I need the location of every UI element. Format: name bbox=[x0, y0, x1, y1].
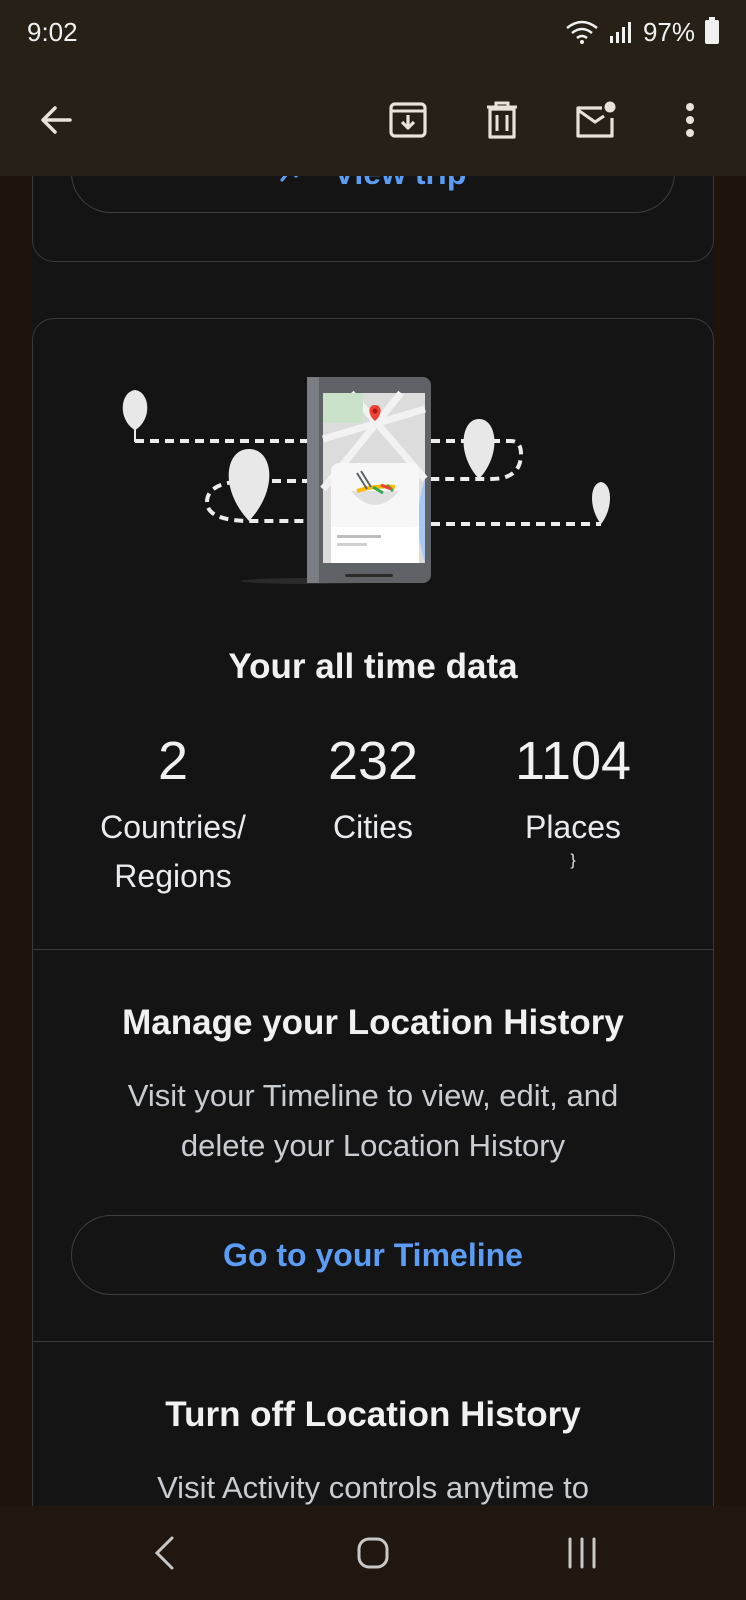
system-nav-bar bbox=[0, 1506, 746, 1600]
email-body[interactable]: View trip bbox=[0, 176, 746, 1506]
nav-recents-button[interactable] bbox=[554, 1525, 610, 1581]
status-icons: 97% bbox=[565, 17, 719, 48]
more-vert-icon bbox=[686, 103, 694, 137]
stat-label: Places bbox=[524, 809, 622, 845]
stats-card: Your all time data 2 Countries/ Regions … bbox=[32, 318, 714, 1506]
battery-icon bbox=[705, 17, 719, 44]
wifi-icon bbox=[566, 20, 598, 44]
manage-description: Visit your Timeline to view, edit, and d… bbox=[73, 1071, 673, 1171]
back-button[interactable] bbox=[28, 92, 84, 148]
go-to-timeline-label: Go to your Timeline bbox=[223, 1236, 523, 1273]
section-divider bbox=[33, 949, 713, 950]
status-bar: 9:02 97% bbox=[0, 0, 746, 64]
manage-description-line: Visit your Timeline to view, edit, and bbox=[127, 1078, 619, 1113]
trend-line-icon bbox=[280, 176, 298, 182]
stat-value: 232 bbox=[327, 731, 419, 791]
stats-row: 2 Countries/ Regions 232 Cities 1104 Pla… bbox=[33, 731, 713, 901]
nav-back-icon bbox=[155, 1536, 174, 1570]
stat-places: 1104 Places } bbox=[473, 731, 673, 901]
stat-label: Cities bbox=[332, 809, 413, 845]
stats-title: Your all time data bbox=[228, 647, 518, 686]
stat-value: 2 bbox=[157, 731, 189, 791]
mark-unread-button[interactable] bbox=[568, 92, 624, 148]
nav-back-button[interactable] bbox=[136, 1525, 192, 1581]
trip-card: View trip bbox=[32, 176, 714, 262]
view-trip-button[interactable]: View trip bbox=[71, 176, 675, 213]
stat-label: Countries/ Regions bbox=[73, 803, 273, 901]
trip-illustration bbox=[122, 377, 610, 584]
view-trip-label: View trip bbox=[334, 176, 467, 192]
stat-label-line: Countries/ bbox=[100, 809, 246, 845]
go-to-timeline-button[interactable]: Go to your Timeline bbox=[71, 1215, 675, 1295]
back-arrow-icon bbox=[41, 106, 72, 134]
manage-description-line: delete your Location History bbox=[180, 1128, 566, 1163]
delete-button[interactable] bbox=[474, 92, 530, 148]
nav-home-icon bbox=[357, 1537, 389, 1569]
stat-value: 1104 bbox=[514, 731, 632, 791]
stat-countries: 2 Countries/ Regions bbox=[73, 731, 273, 901]
stat-label-line: Regions bbox=[114, 858, 232, 894]
section-divider bbox=[33, 1341, 713, 1342]
turn-off-title: Turn off Location History bbox=[165, 1395, 581, 1434]
stat-cities: 232 Cities bbox=[273, 731, 473, 901]
delete-icon bbox=[487, 101, 517, 139]
mark-unread-icon bbox=[576, 101, 616, 138]
manage-title: Manage your Location History bbox=[122, 1003, 624, 1042]
nav-recents-icon bbox=[568, 1537, 596, 1569]
signal-icon bbox=[609, 22, 631, 43]
turn-off-description: Visit Activity controls anytime to bbox=[157, 1470, 589, 1505]
app-bar bbox=[0, 64, 746, 176]
status-time: 9:02 bbox=[27, 16, 78, 47]
archive-button[interactable] bbox=[380, 92, 436, 148]
archive-icon bbox=[389, 102, 427, 138]
battery-percent: 97% bbox=[642, 16, 695, 47]
more-options-button[interactable] bbox=[662, 92, 718, 148]
nav-home-button[interactable] bbox=[345, 1525, 401, 1581]
